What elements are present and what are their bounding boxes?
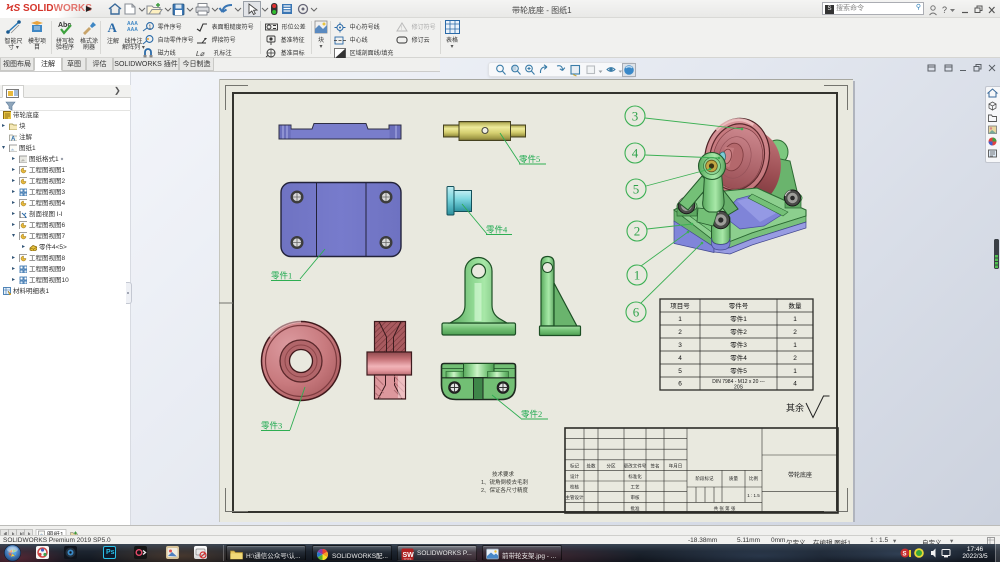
svg-text:2: 2 (793, 355, 797, 362)
svg-text:项目号: 项目号 (670, 302, 690, 310)
svg-text:签名: 签名 (651, 462, 660, 469)
svg-text:S: S (903, 552, 907, 558)
svg-text:2: 2 (678, 329, 682, 336)
svg-text:2、保证各尺寸精度: 2、保证各尺寸精度 (481, 486, 529, 494)
svg-text:技术要求: 技术要求 (492, 470, 515, 478)
svg-text:3: 3 (678, 342, 682, 349)
svg-text:数量: 数量 (789, 301, 803, 310)
svg-text:零件5: 零件5 (730, 366, 747, 375)
svg-text:主管设计: 主管设计 (566, 494, 584, 501)
svg-text:零件3: 零件3 (261, 421, 282, 431)
svg-text:6: 6 (678, 381, 682, 388)
svg-text:3: 3 (632, 109, 639, 124)
svg-text:审核: 审核 (631, 494, 640, 501)
svg-text:1: 1 (149, 25, 152, 31)
svg-text:1 : 1.5: 1 : 1.5 (747, 493, 760, 498)
svg-text:5: 5 (678, 368, 682, 375)
svg-text:零件2: 零件2 (521, 409, 542, 419)
svg-text:5: 5 (633, 182, 640, 197)
svg-text:AAA: AAA (127, 27, 138, 33)
svg-text:年月日: 年月日 (669, 462, 683, 469)
svg-text:阶段标记: 阶段标记 (696, 475, 714, 482)
svg-text:其余: 其余 (786, 402, 804, 413)
svg-text:4: 4 (793, 381, 797, 388)
svg-text:零件4: 零件4 (730, 353, 747, 362)
svg-text:4: 4 (632, 146, 639, 161)
svg-text:处数: 处数 (587, 462, 596, 469)
svg-text:校核: 校核 (570, 484, 579, 491)
svg-text:质量: 质量 (729, 475, 738, 482)
svg-text:共 张 第 张: 共 张 第 张 (714, 505, 736, 512)
svg-text:A: A (11, 137, 16, 142)
svg-text:1: 1 (793, 316, 797, 323)
svg-text:零件4: 零件4 (486, 225, 508, 235)
svg-text:标准化: 标准化 (628, 473, 642, 480)
svg-text:零件号: 零件号 (729, 301, 749, 310)
svg-text:零件1: 零件1 (271, 271, 292, 281)
svg-text:分区: 分区 (607, 462, 616, 469)
svg-text:设计: 设计 (570, 473, 579, 480)
svg-text:比例: 比例 (749, 475, 758, 482)
svg-text:批准: 批准 (631, 505, 640, 512)
svg-text:零件2: 零件2 (730, 327, 747, 336)
svg-text:标记: 标记 (570, 462, 579, 469)
svg-text:2: 2 (634, 224, 641, 239)
svg-text:更改文件号: 更改文件号 (624, 462, 647, 469)
svg-text:2019: 2019 (404, 558, 412, 562)
svg-text:1: 1 (634, 268, 641, 283)
svg-text:4: 4 (678, 355, 682, 362)
svg-text:20S: 20S (734, 385, 744, 391)
svg-text:?: ? (942, 5, 947, 15)
svg-text:零件3: 零件3 (730, 340, 747, 349)
svg-text:2: 2 (793, 329, 797, 336)
svg-text:1、锐角倒棱去毛刺: 1、锐角倒棱去毛刺 (481, 478, 529, 486)
svg-text:1: 1 (678, 316, 682, 323)
svg-text:带轮底座: 带轮底座 (788, 471, 812, 479)
svg-text:1: 1 (793, 342, 797, 349)
svg-text:A: A (107, 20, 117, 35)
svg-text:零件1: 零件1 (730, 314, 747, 323)
svg-text:1: 1 (793, 368, 797, 375)
svg-text:零件5: 零件5 (519, 154, 540, 164)
svg-text:6: 6 (633, 305, 640, 320)
svg-text:工艺: 工艺 (631, 485, 640, 490)
